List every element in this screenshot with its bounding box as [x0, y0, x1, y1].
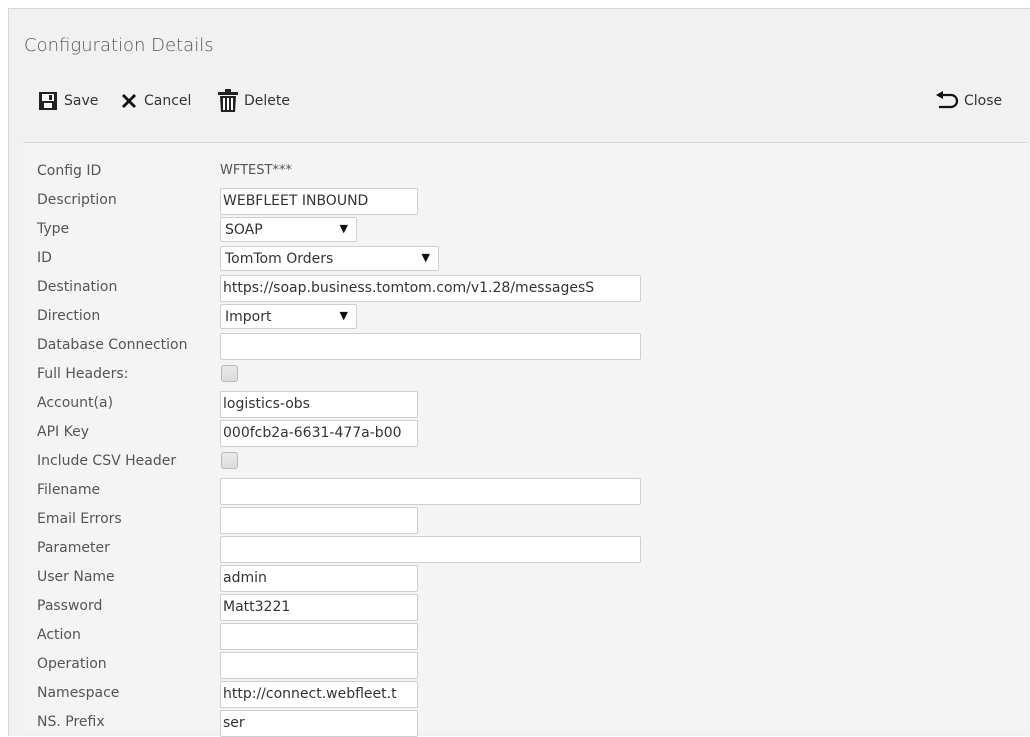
cancel-label: Cancel: [144, 93, 192, 109]
type-label: Type: [37, 221, 70, 237]
close-button[interactable]: Close: [935, 89, 1002, 113]
include-csv-header-checkbox[interactable]: [221, 452, 238, 469]
user-name-label: User Name: [37, 569, 115, 585]
account-input[interactable]: logistics-obs: [220, 391, 418, 418]
operation-input[interactable]: [220, 652, 418, 679]
email-errors-label: Email Errors: [37, 511, 122, 527]
operation-label: Operation: [37, 656, 107, 672]
full-headers-checkbox[interactable]: [221, 365, 238, 382]
config-form: Config ID WFTEST*** Description WEBFLEET…: [23, 142, 1028, 737]
config-id-label: Config ID: [37, 163, 102, 179]
destination-value: https://soap.business.tomtom.com/v1.28/m…: [223, 280, 595, 296]
save-button[interactable]: Save: [37, 89, 98, 113]
save-label: Save: [64, 93, 99, 109]
password-label: Password: [37, 598, 103, 614]
trash-icon: [217, 89, 239, 113]
ns-prefix-input[interactable]: ser: [220, 710, 418, 737]
parameter-label: Parameter: [37, 540, 110, 556]
api-key-input[interactable]: 000fcb2a-6631-477a-b00: [220, 420, 418, 447]
id-select[interactable]: TomTom Orders ▼: [220, 246, 439, 271]
configuration-panel: Configuration Details Save Cancel Delete…: [8, 8, 1030, 737]
panel-title: Configuration Details: [24, 35, 214, 56]
direction-selected-value: Import: [225, 309, 272, 325]
parameter-input[interactable]: [220, 536, 641, 563]
cancel-button[interactable]: Cancel: [119, 89, 191, 113]
ns-prefix-value: ser: [223, 715, 245, 731]
database-connection-label: Database Connection: [37, 337, 188, 353]
user-name-value: admin: [223, 570, 267, 586]
description-input[interactable]: WEBFLEET INBOUND: [220, 188, 418, 215]
dropdown-arrow-icon: ▼: [339, 309, 348, 322]
namespace-value: http://connect.webfleet.t: [223, 686, 397, 702]
account-value: logistics-obs: [223, 396, 310, 412]
direction-label: Direction: [37, 308, 101, 324]
database-connection-input[interactable]: [220, 333, 641, 360]
namespace-input[interactable]: http://connect.webfleet.t: [220, 681, 418, 708]
id-selected-value: TomTom Orders: [225, 251, 334, 267]
email-errors-input[interactable]: [220, 507, 418, 534]
type-select[interactable]: SOAP ▼: [220, 217, 357, 242]
config-id-value: WFTEST***: [220, 163, 292, 178]
destination-label: Destination: [37, 279, 118, 295]
save-icon: [37, 90, 59, 112]
namespace-label: Namespace: [37, 685, 120, 701]
api-key-value: 000fcb2a-6631-477a-b00: [223, 425, 402, 441]
api-key-label: API Key: [37, 424, 89, 440]
type-selected-value: SOAP: [225, 222, 263, 238]
include-csv-header-label: Include CSV Header: [37, 453, 177, 469]
password-input[interactable]: Matt3221: [220, 594, 418, 621]
user-name-input[interactable]: admin: [220, 565, 418, 592]
destination-input[interactable]: https://soap.business.tomtom.com/v1.28/m…: [220, 275, 641, 302]
description-value: WEBFLEET INBOUND: [223, 193, 369, 209]
x-icon: [119, 91, 139, 111]
delete-button[interactable]: Delete: [217, 89, 290, 113]
ns-prefix-label: NS. Prefix: [37, 714, 105, 730]
filename-label: Filename: [37, 482, 101, 498]
action-input[interactable]: [220, 623, 418, 650]
close-label: Close: [964, 93, 1003, 109]
action-label: Action: [37, 627, 81, 643]
undo-arrow-icon: [935, 91, 959, 111]
id-label: ID: [37, 250, 52, 266]
dropdown-arrow-icon: ▼: [339, 222, 348, 235]
account-label: Account(a): [37, 395, 114, 411]
direction-select[interactable]: Import ▼: [220, 304, 357, 329]
delete-label: Delete: [244, 93, 290, 109]
filename-input[interactable]: [220, 478, 641, 505]
password-value: Matt3221: [223, 599, 291, 615]
description-label: Description: [37, 192, 117, 208]
full-headers-label: Full Headers:: [37, 366, 129, 382]
dropdown-arrow-icon: ▼: [421, 251, 430, 264]
